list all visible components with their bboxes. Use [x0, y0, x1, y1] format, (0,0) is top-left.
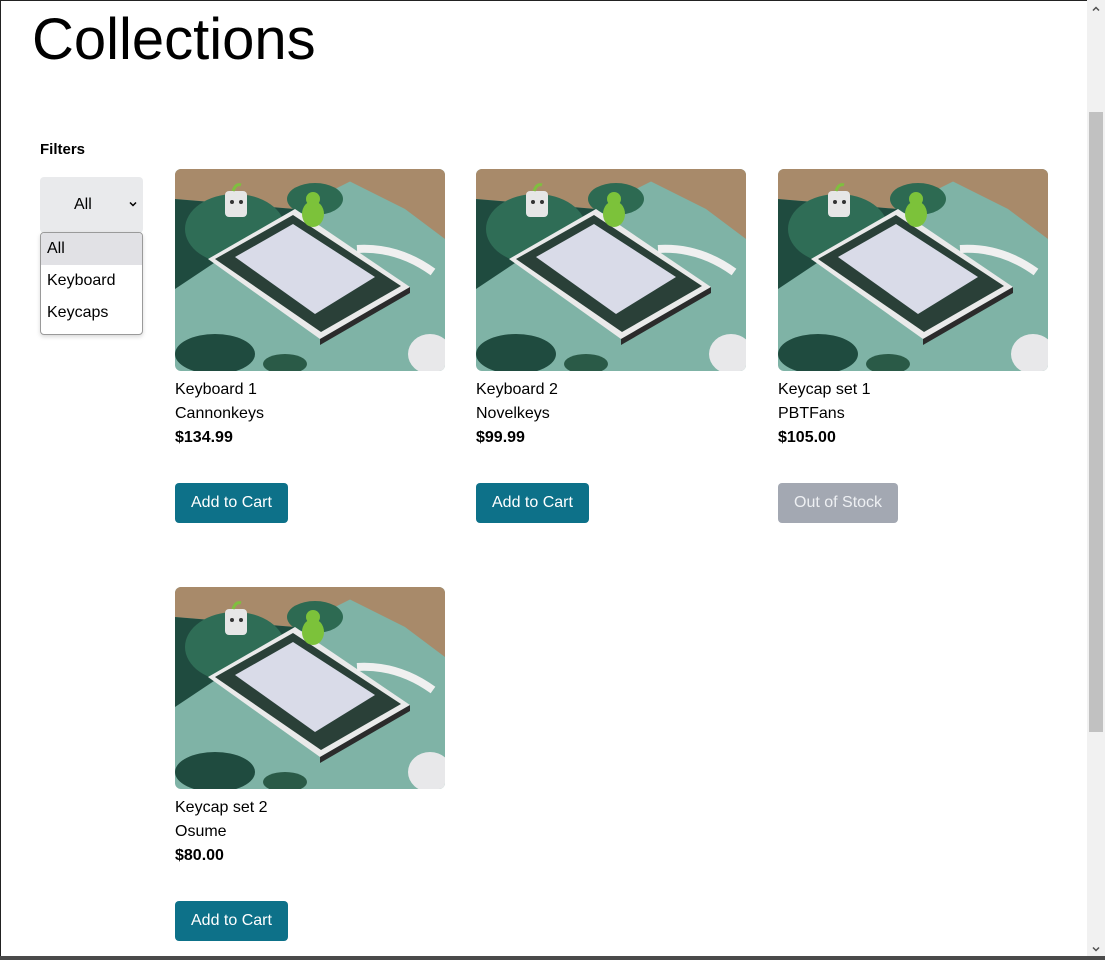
product-brand: Novelkeys — [476, 405, 550, 422]
add-to-cart-button[interactable]: Add to Cart — [175, 901, 288, 941]
window-left-border — [0, 0, 1, 960]
triangle-down-icon[interactable] — [1091, 944, 1101, 954]
product-name[interactable]: Keyboard 2 — [476, 381, 558, 399]
triangle-up-icon[interactable] — [1091, 4, 1101, 14]
product-brand: Cannonkeys — [175, 405, 264, 422]
product-name[interactable]: Keycap set 1 — [778, 381, 871, 399]
product-price: $99.99 — [476, 429, 525, 446]
product-card: Keycap set 2 Osume $80.00 Add to Cart — [175, 587, 445, 941]
product-name[interactable]: Keyboard 1 — [175, 381, 257, 399]
page-title: Collections — [32, 7, 316, 72]
window-bottom-border — [0, 956, 1105, 960]
filter-option-all[interactable]: All — [41, 233, 142, 265]
product-brand: Osume — [175, 823, 227, 840]
product-card: Keycap set 1 PBTFans $105.00 Out of Stoc… — [778, 169, 1048, 523]
product-brand: PBTFans — [778, 405, 845, 422]
add-to-cart-button[interactable]: Add to Cart — [476, 483, 589, 523]
scrollbar-thumb[interactable] — [1089, 112, 1103, 732]
product-card: Keyboard 2 Novelkeys $99.99 Add to Cart — [476, 169, 746, 523]
product-name[interactable]: Keycap set 2 — [175, 799, 268, 817]
add-to-cart-button[interactable]: Add to Cart — [175, 483, 288, 523]
product-price: $134.99 — [175, 429, 233, 446]
product-image[interactable] — [476, 169, 746, 371]
category-filter-select[interactable]: All — [40, 177, 143, 233]
filter-option-keyboard[interactable]: Keyboard — [41, 265, 142, 297]
out-of-stock-button: Out of Stock — [778, 483, 899, 523]
product-price: $80.00 — [175, 847, 224, 864]
filter-option-keycaps[interactable]: Keycaps — [41, 297, 142, 329]
window-top-border — [0, 0, 1105, 1]
product-card: Keyboard 1 Cannonkeys $134.99 Add to Car… — [175, 169, 445, 523]
product-image[interactable] — [175, 169, 445, 371]
select-current-value: All — [74, 196, 92, 213]
product-price: $105.00 — [778, 429, 836, 446]
filter-dropdown-list: All Keyboard Keycaps — [40, 232, 143, 335]
chevron-down-icon — [129, 201, 137, 207]
product-image[interactable] — [778, 169, 1048, 371]
filters-label: Filters — [40, 141, 86, 158]
product-image[interactable] — [175, 587, 445, 789]
